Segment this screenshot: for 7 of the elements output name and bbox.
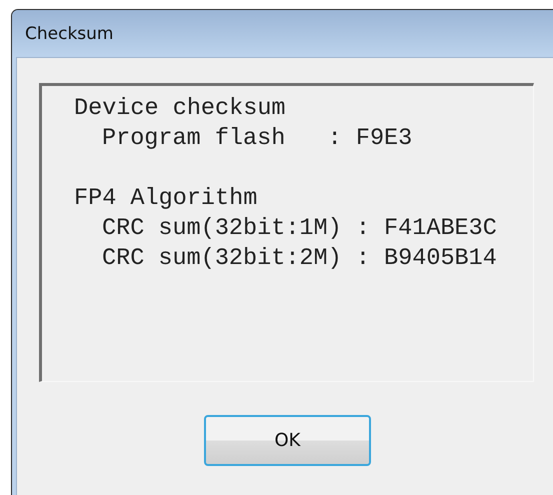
- section-heading: Device checksum: [74, 94, 286, 124]
- ok-button[interactable]: OK: [204, 415, 371, 466]
- checksum-line: CRC sum(32bit:2M) : B9405B14: [101, 244, 497, 274]
- checksum-line: Program flash : F9E3: [101, 124, 412, 154]
- window-title: Checksum: [25, 24, 114, 44]
- section-heading: FP4 Algorithm: [74, 184, 258, 214]
- checksum-line: CRC sum(32bit:1M) : F41ABE3C: [101, 214, 497, 244]
